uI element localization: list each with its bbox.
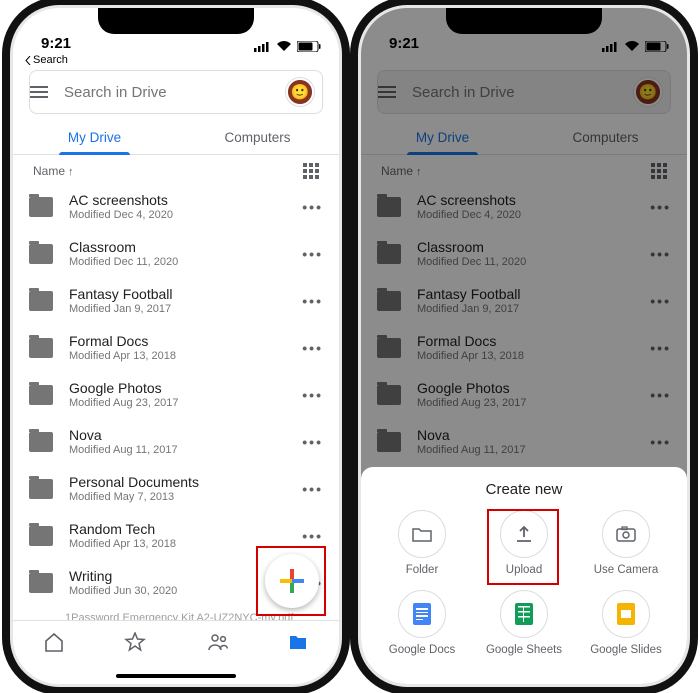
item-meta: Modified May 7, 2013 (69, 491, 302, 503)
phone-right: 9:21 🙂 My Drive Computers Name↑ AC scree… (361, 8, 687, 684)
nav-starred-icon[interactable] (124, 631, 146, 653)
menu-icon[interactable] (30, 86, 64, 98)
more-icon[interactable]: ••• (302, 246, 323, 262)
folder-icon (29, 244, 53, 264)
highlight-upload (487, 509, 559, 585)
sheet-item-sheets[interactable]: Google Sheets (473, 590, 575, 656)
item-name: Nova (69, 427, 302, 443)
tab-my-drive[interactable]: My Drive (13, 120, 176, 154)
sort-arrow-icon: ↑ (68, 166, 74, 178)
list-item[interactable]: ClassroomModified Dec 11, 2020••• (13, 230, 339, 277)
folder-icon (29, 526, 53, 546)
more-icon[interactable]: ••• (302, 387, 323, 403)
more-icon[interactable]: ••• (302, 434, 323, 450)
sheet-item-docs[interactable]: Google Docs (371, 590, 473, 656)
sheet-item-folder[interactable]: Folder (371, 510, 473, 576)
file-list: AC screenshotsModified Dec 4, 2020•••Cla… (13, 183, 339, 606)
list-item[interactable]: AC screenshotsModified Dec 4, 2020••• (13, 183, 339, 230)
folder-icon (29, 479, 53, 499)
view-toggle-icon[interactable] (303, 163, 319, 179)
list-item[interactable]: Personal DocumentsModified May 7, 2013••… (13, 465, 339, 512)
signal-icon (254, 41, 271, 52)
status-time: 9:21 (41, 35, 71, 52)
folder-icon (29, 432, 53, 452)
search-input[interactable] (64, 84, 286, 101)
folder-icon (29, 385, 53, 405)
list-item[interactable]: NovaModified Aug 11, 2017••• (13, 418, 339, 465)
tab-computers[interactable]: Computers (176, 120, 339, 154)
google-slides-icon (617, 603, 635, 625)
item-meta: Modified Apr 13, 2018 (69, 350, 302, 362)
list-item[interactable]: Fantasy FootballModified Jan 9, 2017••• (13, 277, 339, 324)
folder-icon (412, 526, 432, 542)
google-docs-icon (413, 603, 431, 625)
create-new-sheet: Create new Folder Upload Use Camera Goog… (361, 467, 687, 684)
more-icon[interactable]: ••• (302, 528, 323, 544)
nav-files-icon[interactable] (287, 631, 309, 653)
item-name: AC screenshots (69, 192, 302, 208)
folder-icon (29, 338, 53, 358)
folder-icon (29, 291, 53, 311)
list-item[interactable]: Google PhotosModified Aug 23, 2017••• (13, 371, 339, 418)
folder-icon (29, 573, 53, 593)
item-name: Google Photos (69, 380, 302, 396)
highlight-fab (256, 546, 326, 616)
item-name: Fantasy Football (69, 286, 302, 302)
home-indicator (116, 674, 236, 678)
phone-left: 9:21 Search 🙂 (13, 8, 339, 684)
item-meta: Modified Aug 23, 2017 (69, 397, 302, 409)
search-bar[interactable]: 🙂 (29, 70, 323, 114)
sheet-item-camera[interactable]: Use Camera (575, 510, 677, 576)
item-meta: Modified Dec 4, 2020 (69, 209, 302, 221)
item-name: Classroom (69, 239, 302, 255)
sheet-item-slides[interactable]: Google Slides (575, 590, 677, 656)
item-meta: Modified Dec 11, 2020 (69, 256, 302, 268)
sheet-title: Create new (361, 467, 687, 506)
back-to-search[interactable]: Search (13, 52, 339, 66)
tabs: My Drive Computers (13, 120, 339, 155)
nav-shared-icon[interactable] (206, 631, 228, 653)
camera-icon (616, 526, 636, 542)
more-icon[interactable]: ••• (302, 340, 323, 356)
more-icon[interactable]: ••• (302, 293, 323, 309)
battery-icon (297, 41, 321, 52)
item-name: Formal Docs (69, 333, 302, 349)
nav-home-icon[interactable] (43, 631, 65, 653)
wifi-icon (276, 41, 292, 52)
folder-icon (29, 197, 53, 217)
more-icon[interactable]: ••• (302, 199, 323, 215)
item-meta: Modified Aug 11, 2017 (69, 444, 302, 456)
more-icon[interactable]: ••• (302, 481, 323, 497)
item-name: Random Tech (69, 521, 302, 537)
status-bar: 9:21 (13, 8, 339, 52)
item-name: Personal Documents (69, 474, 302, 490)
google-sheets-icon (515, 603, 533, 625)
list-item[interactable]: Formal DocsModified Apr 13, 2018••• (13, 324, 339, 371)
avatar[interactable]: 🙂 (286, 78, 314, 106)
sort-button[interactable]: Name↑ (33, 164, 74, 178)
item-meta: Modified Jan 9, 2017 (69, 303, 302, 315)
